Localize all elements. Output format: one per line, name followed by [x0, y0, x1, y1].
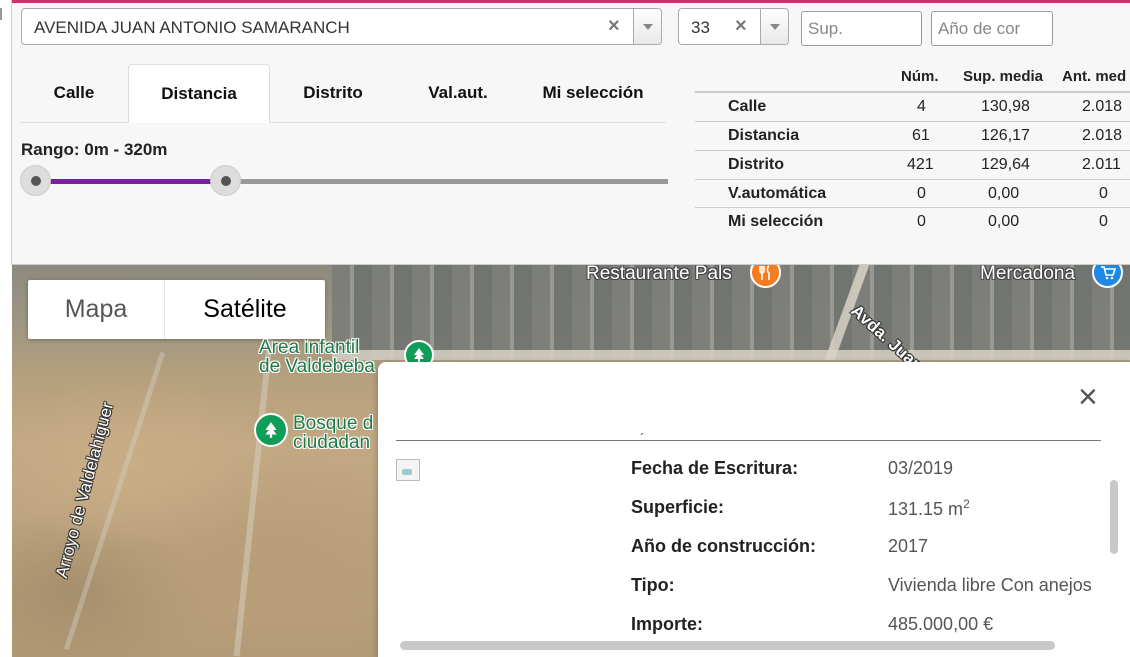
stats-row: V.automática 0 0,00 0 [695, 179, 1130, 208]
stats-row-num: 0 [917, 185, 926, 202]
stats-row-num: 61 [912, 127, 930, 144]
map-road [332, 350, 1130, 360]
surface-input[interactable] [801, 11, 922, 46]
poi-label-supermarket[interactable]: Mercadona [980, 265, 1075, 285]
year-input[interactable] [931, 11, 1053, 46]
poi-label-park-line1: Area infantil [259, 337, 360, 358]
detail-value-surface-text: 131.15 m [888, 499, 964, 519]
number-select[interactable]: 33 × [678, 8, 789, 45]
popup-horizontal-scrollbar[interactable] [400, 641, 1055, 650]
close-icon[interactable]: × [1078, 380, 1098, 414]
poi-label-park[interactable]: Area infantil de Valdebeba [259, 338, 375, 376]
detail-value-year: 2017 [888, 536, 929, 556]
detail-value-amount: 485.000,00 € [888, 614, 994, 634]
range-slider-fill [36, 179, 226, 184]
stats-row: Mi selección 0 0,00 0 [695, 207, 1130, 236]
detail-label-amount: Importe: [631, 614, 703, 634]
detail-value-date: 03/2019 [888, 458, 954, 478]
stats-header-ant: Ant. med [1062, 68, 1127, 85]
stats-row-ant: 2.011 [1082, 156, 1121, 173]
stats-row-ant: 0 [1099, 213, 1108, 230]
poi-label-restaurant[interactable]: Restaurante Pals [586, 265, 732, 285]
street-dropdown-chevron-icon[interactable] [633, 9, 661, 44]
stats-header-num: Núm. [901, 68, 939, 85]
detail-value-surface: 131.15 m2 [888, 497, 970, 520]
detail-label-type: Tipo: [631, 575, 675, 595]
detail-value-type: Vivienda libre Con anejos [888, 575, 1092, 595]
stats-row-label: Distrito [728, 156, 784, 173]
stats-row: Calle 4 130,98 2.018 [695, 91, 1130, 120]
range-label: Rango: 0m - 320m [21, 140, 168, 159]
map-type-satellite-button[interactable]: Satélite [165, 280, 325, 339]
stats-row-num: 0 [917, 213, 926, 230]
app-root: AVENIDA JUAN ANTONIO SAMARANCH × 33 × Ca… [0, 0, 1130, 657]
map-type-control: Mapa Satélite [28, 280, 325, 339]
stream-label: Arroyo de Valdelahiguer [52, 400, 118, 580]
left-sidebar-edge [0, 0, 12, 265]
stats-row-ant: 2.018 [1082, 127, 1123, 144]
stats-row-sup: 0,00 [988, 213, 1020, 230]
number-dropdown-chevron-icon[interactable] [760, 9, 788, 44]
poi-label-forest-line1: Bosque d [293, 413, 374, 434]
sidebar-marker [0, 8, 2, 20]
stats-row-label: Distancia [728, 127, 800, 144]
property-detail-popup: × ´ Fecha de Escritura: 03/2019 Superfic… [378, 362, 1130, 657]
search-panel: AVENIDA JUAN ANTONIO SAMARANCH × 33 × Ca… [12, 3, 1130, 265]
poi-label-forest[interactable]: Bosque d ciudadan [293, 414, 373, 452]
tab-calle[interactable]: Calle [20, 64, 128, 122]
tab-val-aut[interactable]: Val.aut. [396, 64, 520, 122]
comparison-tabs: Calle Distancia Distrito Val.aut. Mi sel… [20, 64, 666, 123]
stats-row: Distancia 61 126,17 2.018 [695, 121, 1130, 150]
detail-label-date: Fecha de Escritura: [631, 458, 799, 478]
stats-row-sup: 0,00 [988, 185, 1020, 202]
detail-label-year: Año de construcción: [631, 536, 817, 556]
detail-label-surface: Superficie: [631, 497, 725, 517]
detail-value-surface-sup: 2 [963, 497, 970, 511]
tab-distrito[interactable]: Distrito [270, 64, 396, 122]
number-select-value: 33 [691, 18, 710, 37]
stats-row-sup: 126,17 [981, 127, 1030, 144]
stats-row-label: Mi selección [728, 213, 824, 230]
popup-vertical-scrollbar[interactable] [1110, 480, 1118, 554]
tab-mi-seleccion[interactable]: Mi selección [520, 64, 666, 122]
stats-row-ant: 0 [1099, 185, 1108, 202]
stats-row: Distrito 421 129,64 2.011 [695, 150, 1130, 179]
stats-row-num: 4 [917, 98, 926, 115]
street-select-value: AVENIDA JUAN ANTONIO SAMARANCH [34, 18, 350, 37]
street-clear-icon[interactable]: × [608, 15, 620, 38]
street-select[interactable]: AVENIDA JUAN ANTONIO SAMARANCH × [21, 8, 662, 45]
poi-label-forest-line2: ciudadan [293, 432, 371, 453]
range-max-handle[interactable] [210, 165, 242, 196]
poi-label-park-line2: de Valdebeba [259, 356, 375, 377]
stats-row-label: V.automática [728, 185, 827, 202]
tab-distancia[interactable]: Distancia [128, 64, 270, 123]
stats-row-num: 421 [907, 156, 934, 173]
map-type-map-button[interactable]: Mapa [28, 280, 164, 339]
stats-row-sup: 130,98 [981, 98, 1030, 115]
range-min-handle[interactable] [20, 165, 51, 196]
number-clear-icon[interactable]: × [735, 15, 747, 38]
stats-header-sup: Sup. media [963, 68, 1044, 85]
popup-top-mark: ´ [640, 430, 645, 446]
popup-divider [396, 440, 1101, 441]
stats-row-label: Calle [728, 98, 767, 115]
broken-image-icon [396, 459, 420, 481]
stats-row-ant: 2.018 [1082, 98, 1123, 115]
tree-icon[interactable] [254, 413, 288, 447]
stats-row-sup: 129,64 [981, 156, 1030, 173]
